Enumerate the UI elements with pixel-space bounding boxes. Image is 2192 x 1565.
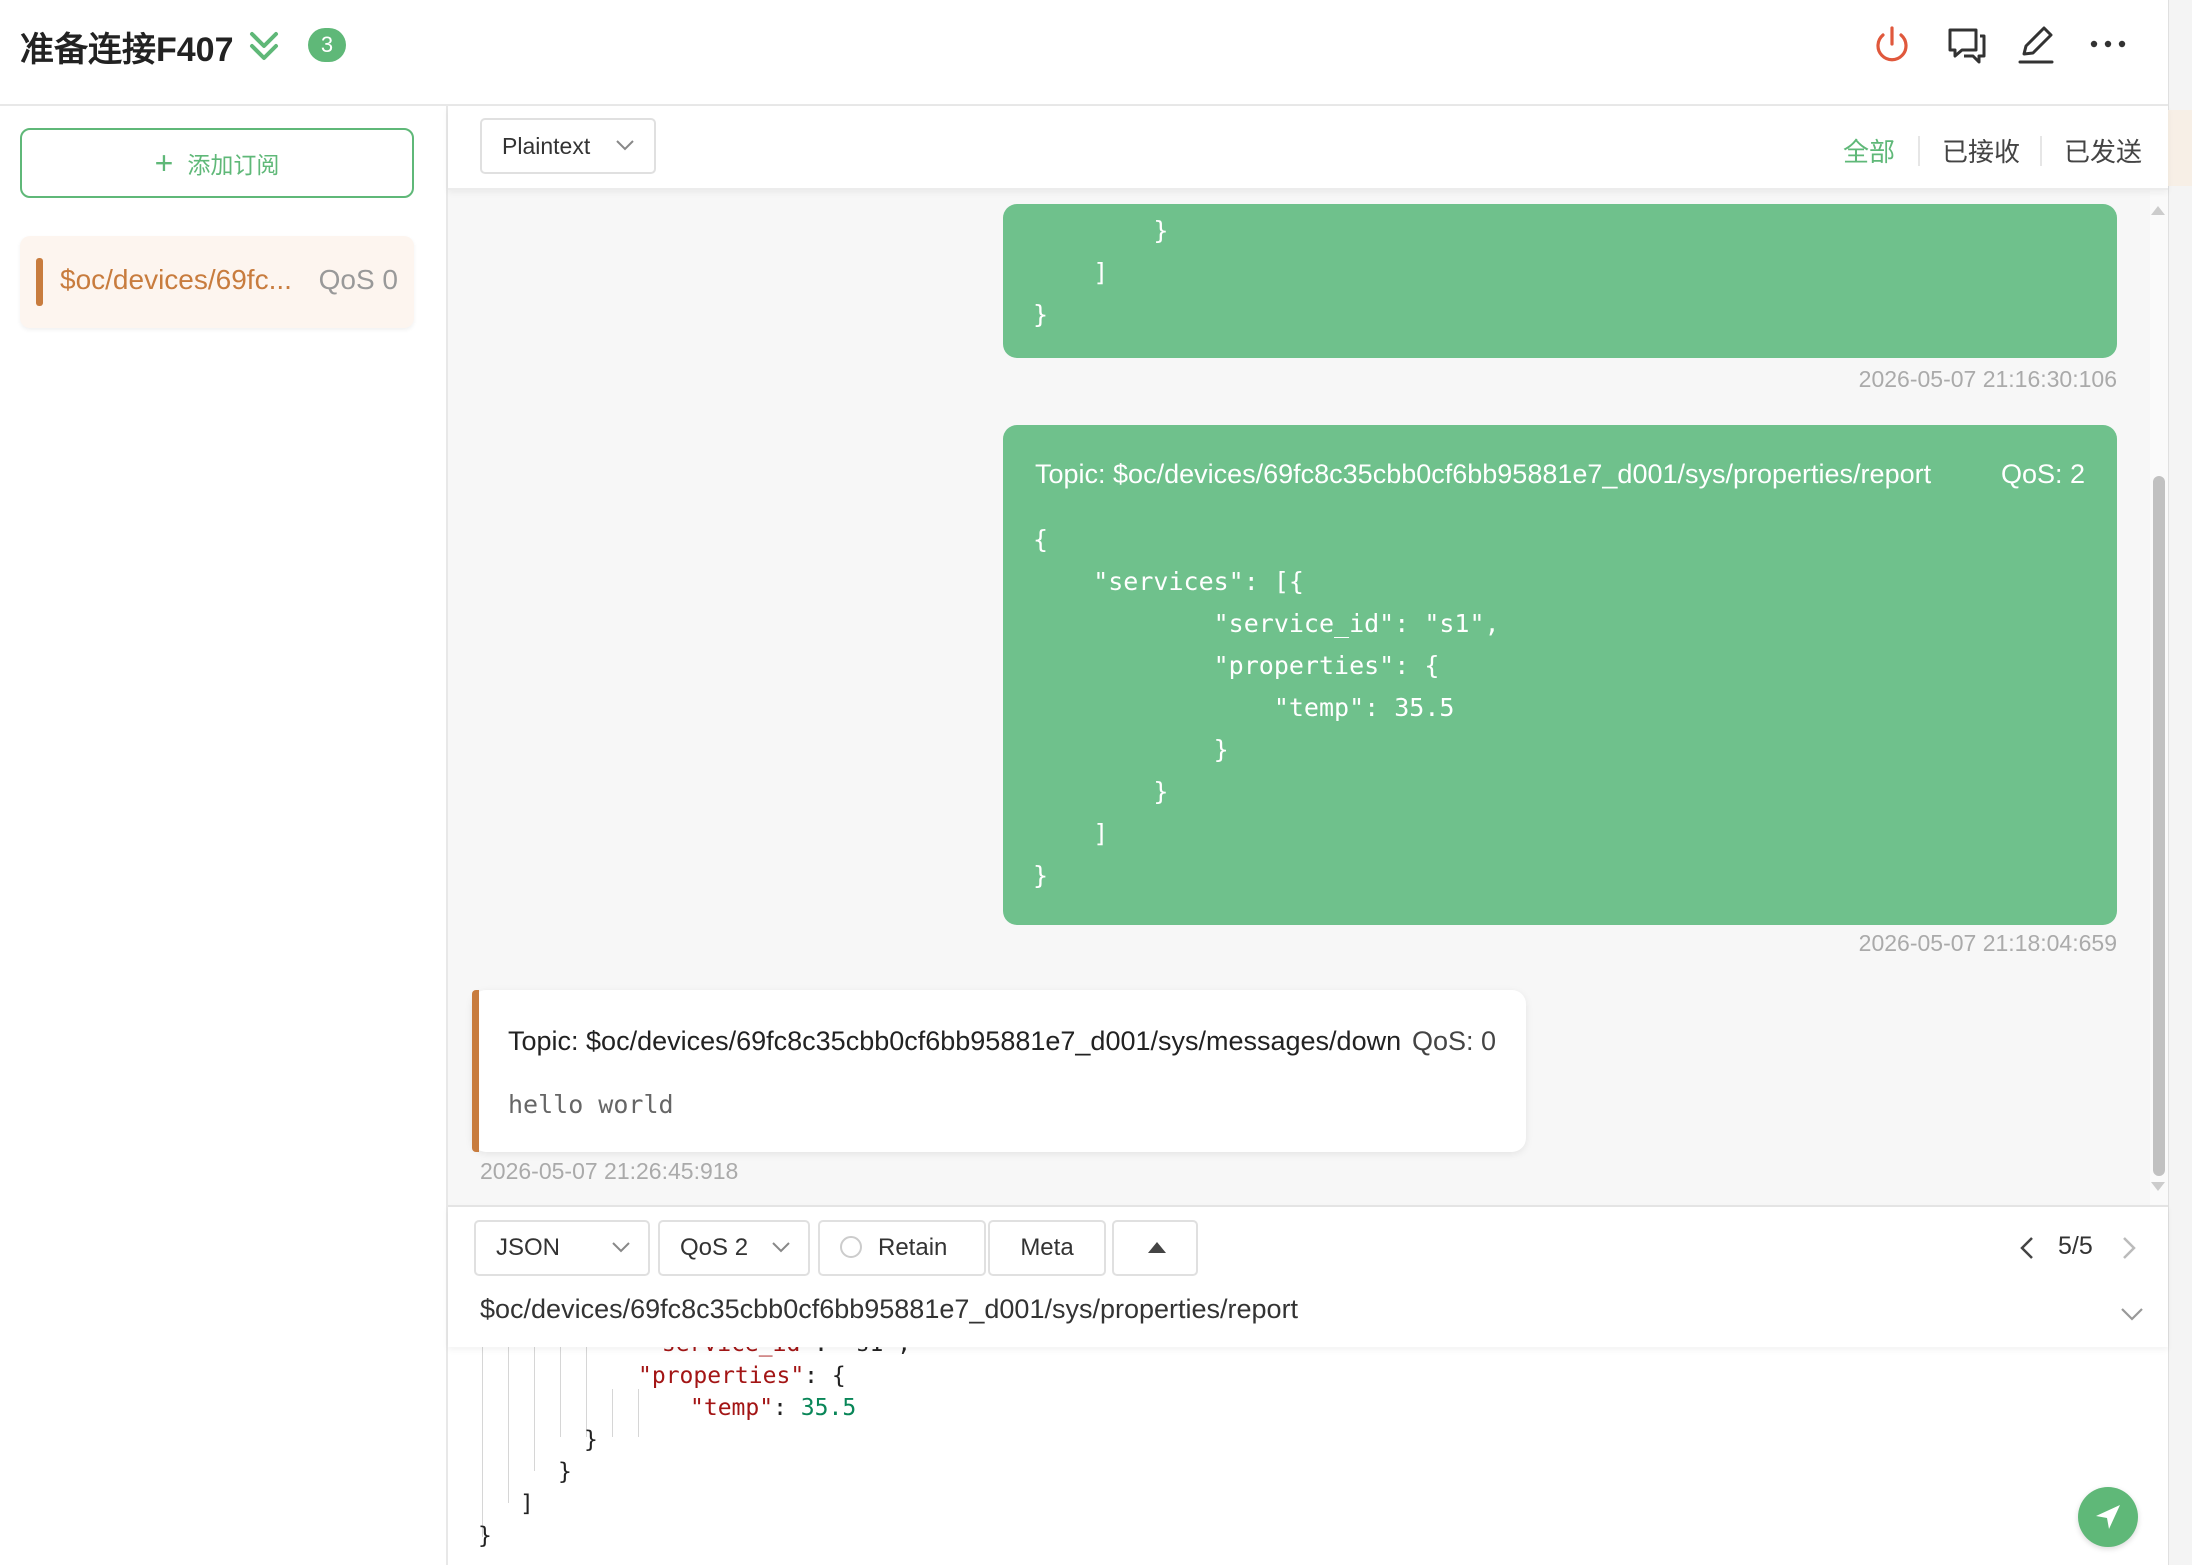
json-key: "temp" xyxy=(690,1395,774,1421)
publish-format-select[interactable]: JSON xyxy=(474,1220,650,1276)
editor-line: } xyxy=(478,1523,492,1549)
payload-line: } xyxy=(1033,735,1229,764)
message-qos: QoS: 0 xyxy=(1411,1026,1496,1056)
tab-divider xyxy=(1918,136,1920,166)
message-toolbar xyxy=(448,106,2168,190)
message-timestamp: 2026-05-07 21:18:04:659 xyxy=(1858,930,2117,956)
payload-line: } xyxy=(1033,777,1169,806)
payload-line: } xyxy=(1033,300,1049,329)
publish-topic-input[interactable]: $oc/devices/69fc8c35cbb0cf6bb95881e7_d00… xyxy=(480,1294,1298,1325)
subscription-item[interactable]: $oc/devices/69fc... QoS 0 xyxy=(20,236,414,328)
message-topic: Topic: $oc/devices/69fc8c35cbb0cf6bb9588… xyxy=(1035,459,1932,489)
indent-guide xyxy=(508,1345,509,1503)
message-timestamp: 2026-05-07 21:26:45:918 xyxy=(480,1158,739,1184)
chevrons-down-icon[interactable] xyxy=(244,26,284,66)
plus-icon: + xyxy=(154,145,174,181)
chevron-right-icon[interactable] xyxy=(2118,1234,2140,1262)
indent-guide xyxy=(638,1389,639,1437)
json-number: 35.5 xyxy=(800,1395,857,1421)
publish-format-value: JSON xyxy=(496,1234,561,1261)
edit-icon[interactable] xyxy=(2014,22,2058,68)
subscription-color-bar xyxy=(36,258,43,306)
chevron-down-icon[interactable] xyxy=(2118,1300,2146,1328)
add-subscription-label: 添加订阅 xyxy=(187,152,280,178)
indent-guide xyxy=(534,1345,535,1471)
sent-message-bubble[interactable]: Topic: $oc/devices/69fc8c35cbb0cf6bb9588… xyxy=(1003,425,2117,925)
payload-line: { xyxy=(1033,525,1049,554)
connection-title: 准备连接F407 xyxy=(20,31,234,69)
payload-line: hello world xyxy=(508,1090,674,1119)
more-icon[interactable] xyxy=(2086,22,2130,68)
payload-format-select[interactable]: Plaintext xyxy=(480,118,656,174)
scrollbar-thumb[interactable] xyxy=(2153,476,2165,1176)
adjacent-window-edge xyxy=(2168,0,2192,1565)
payload-format-value: Plaintext xyxy=(502,133,591,159)
sent-message-bubble[interactable]: } ] } xyxy=(1003,204,2117,358)
publish-qos-value: QoS 2 xyxy=(680,1234,749,1261)
send-button[interactable] xyxy=(2078,1487,2138,1547)
meta-label: Meta xyxy=(1020,1234,1074,1261)
payload-line: "properties": { xyxy=(1033,651,1440,680)
json-colon: : xyxy=(773,1395,801,1421)
retain-label: Retain xyxy=(878,1234,948,1261)
chevron-down-icon xyxy=(772,1242,790,1253)
send-icon xyxy=(2096,1505,2120,1529)
received-message-bubble[interactable]: Topic: $oc/devices/69fc8c35cbb0cf6bb9588… xyxy=(472,990,1526,1152)
tab-divider xyxy=(2040,136,2042,166)
payload-line: ] xyxy=(1033,819,1109,848)
history-page-indicator: 5/5 xyxy=(2058,1232,2093,1260)
payload-line: } xyxy=(1033,216,1169,245)
publish-qos-select[interactable]: QoS 2 xyxy=(658,1220,810,1276)
indent-guide xyxy=(482,1345,483,1537)
meta-button[interactable]: Meta xyxy=(988,1220,1106,1276)
chevron-left-icon[interactable] xyxy=(2016,1234,2038,1262)
retain-toggle[interactable]: Retain xyxy=(818,1220,986,1276)
triangle-up-icon xyxy=(1148,1242,1166,1253)
editor-line: ] xyxy=(520,1491,534,1517)
payload-line: ] xyxy=(1033,258,1109,287)
editor-line: "properties": { xyxy=(638,1363,846,1389)
chevron-down-icon xyxy=(612,1242,630,1253)
filter-tab-sent[interactable]: 已发送 xyxy=(2064,132,2142,169)
payload-line: "service_id": "s1", xyxy=(1033,609,1500,638)
editor-line: "temp": 35.5 xyxy=(690,1395,856,1421)
editor-line: } xyxy=(584,1427,598,1453)
filter-tab-all[interactable]: 全部 xyxy=(1843,132,1895,169)
payload-line: } xyxy=(1033,861,1049,890)
chevron-down-icon xyxy=(616,140,634,151)
message-count-badge: 3 xyxy=(308,28,346,62)
expand-editor-button[interactable] xyxy=(1112,1220,1198,1276)
payload-line: "temp": 35.5 xyxy=(1033,693,1455,722)
messages-list[interactable]: } ] } 2026-05-07 21:16:30:106 Topic: $oc… xyxy=(448,190,2150,1205)
subscription-topic: $oc/devices/69fc... xyxy=(60,264,292,295)
json-key: "properties" xyxy=(638,1363,805,1389)
scroll-down-arrow[interactable] xyxy=(2151,1182,2165,1191)
message-topic: Topic: $oc/devices/69fc8c35cbb0cf6bb9588… xyxy=(508,1026,1402,1056)
adjacent-window-highlight xyxy=(2168,110,2192,186)
scroll-up-arrow[interactable] xyxy=(2151,206,2165,215)
subscription-qos: QoS 0 xyxy=(318,264,398,295)
message-timestamp: 2026-05-07 21:16:30:106 xyxy=(1858,366,2117,392)
message-qos: QoS: 2 xyxy=(2000,459,2085,489)
payload-line: "services": [{ xyxy=(1033,567,1304,596)
received-color-bar xyxy=(472,990,479,1152)
editor-line: } xyxy=(558,1459,572,1485)
indent-guide xyxy=(560,1345,561,1437)
payload-editor[interactable]: "service_id": "s1", "properties": { "tem… xyxy=(448,1345,2168,1565)
retain-radio[interactable] xyxy=(840,1235,862,1258)
filter-tab-received[interactable]: 已接收 xyxy=(1942,132,2020,169)
chat-icon[interactable] xyxy=(1944,22,1988,68)
power-icon[interactable] xyxy=(1870,22,1914,68)
json-rest: : { xyxy=(804,1363,846,1389)
add-subscription-button[interactable]: + 添加订阅 xyxy=(20,128,414,198)
indent-guide xyxy=(586,1345,587,1437)
indent-guide xyxy=(612,1389,613,1437)
